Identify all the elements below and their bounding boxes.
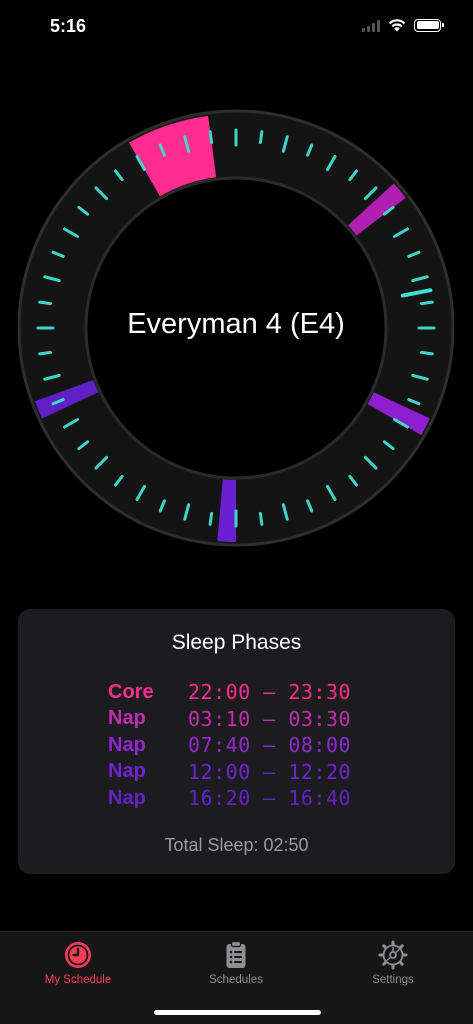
tab-label: Settings <box>372 974 414 986</box>
wifi-icon <box>388 19 406 32</box>
phase-label: Nap <box>108 760 146 783</box>
phase-row-nap-3: Nap 12:00 – 12:20 <box>108 759 351 786</box>
tick-mark <box>38 300 53 306</box>
tab-label: Schedules <box>209 974 263 986</box>
phase-time: 03:10 – 03:30 <box>188 706 352 731</box>
phase-time: 16:20 – 16:40 <box>188 786 352 811</box>
tab-label: My Schedule <box>44 974 112 986</box>
clock-icon <box>65 942 91 968</box>
tab-settings[interactable]: Settings <box>323 940 463 992</box>
status-time: 5:16 <box>50 16 87 36</box>
phase-row-core: Core 22:00 – 23:30 <box>108 679 351 706</box>
tick-mark <box>258 511 264 526</box>
status-icons <box>362 18 444 32</box>
phase-row-nap-1: Nap 03:10 – 03:30 <box>108 706 351 733</box>
phase-label: Nap <box>108 786 146 809</box>
status-bar: 5:16 <box>0 0 473 54</box>
phase-time: 07:40 – 08:00 <box>188 733 352 758</box>
phase-time: 22:00 – 23:30 <box>188 680 352 705</box>
signal-icon <box>362 19 380 32</box>
sleep-phases-card: Sleep Phases Core 22:00 – 23:30 Nap 03:1… <box>18 609 455 874</box>
total-sleep: Total Sleep: 02:50 <box>164 835 309 855</box>
battery-icon <box>414 18 444 32</box>
tick-mark <box>419 350 434 356</box>
tick-mark <box>208 130 214 145</box>
phase-label: Core <box>108 680 154 703</box>
phase-time: 12:00 – 12:20 <box>188 759 352 784</box>
schedule-name: Everyman 4 (E4) <box>127 308 345 340</box>
home-indicator <box>154 1010 321 1015</box>
sleep-phases-list: Core 22:00 – 23:30 Nap 03:10 – 03:30 Nap… <box>108 679 351 812</box>
sleep-phases-title: Sleep Phases <box>171 631 302 654</box>
phase-row-nap-4: Nap 16:20 – 16:40 <box>108 785 351 812</box>
tick-mark <box>38 350 53 356</box>
tick-mark <box>208 511 214 526</box>
tick-mark <box>419 300 434 306</box>
phase-row-nap-2: Nap 07:40 – 08:00 <box>108 732 351 759</box>
tab-my-schedule[interactable]: My Schedule <box>8 940 148 992</box>
tick-mark <box>258 130 264 145</box>
clipboard-icon <box>226 940 246 968</box>
schedule-clock: Everyman 4 (E4) <box>18 108 454 548</box>
gear-icon <box>378 940 408 970</box>
tab-schedules[interactable]: Schedules <box>166 940 306 992</box>
phase-label: Nap <box>108 707 146 730</box>
phase-label: Nap <box>108 733 146 756</box>
